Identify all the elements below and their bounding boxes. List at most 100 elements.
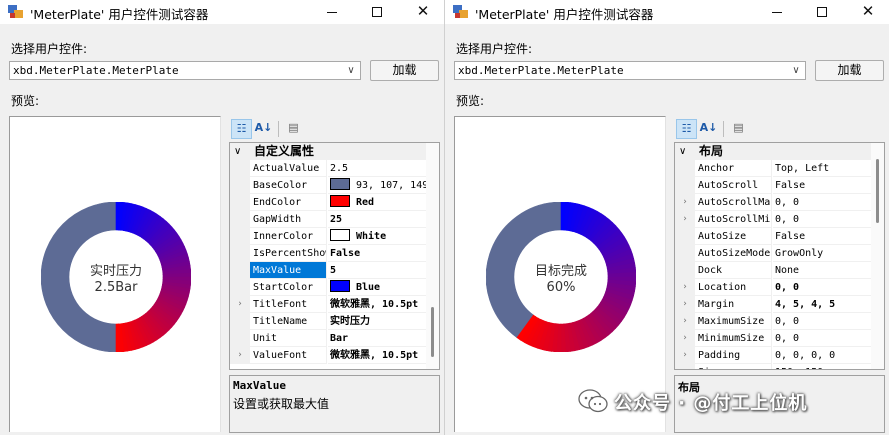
property-name[interactable]: TitleFont <box>250 296 327 313</box>
alphabetical-icon[interactable]: A↓ <box>698 119 719 139</box>
property-row-dock[interactable]: Dock None <box>675 262 872 279</box>
property-value[interactable]: False <box>773 228 872 245</box>
property-name[interactable]: AutoScroll <box>695 177 772 194</box>
property-row-innercolor[interactable]: InnerColor White <box>230 228 427 245</box>
expand-icon[interactable]: › <box>675 330 695 347</box>
property-value[interactable]: Top, Left <box>773 160 872 177</box>
property-name[interactable]: AutoSizeMode <box>695 245 772 262</box>
property-row-startcolor[interactable]: StartColor Blue <box>230 279 427 296</box>
property-value[interactable]: 0, 0 <box>773 194 872 211</box>
property-row-anchor[interactable]: Anchor Top, Left <box>675 160 872 177</box>
property-grid[interactable]: ∨ 自定义属性 ActualValue 2.5 BaseColor 93, 107, 14… <box>229 142 440 370</box>
expand-icon[interactable]: › <box>675 211 695 228</box>
property-name[interactable]: GapWidth <box>250 211 327 228</box>
expand-icon[interactable]: › <box>675 347 695 364</box>
property-value[interactable]: White <box>328 228 427 245</box>
property-row-valuefont[interactable]: › ValueFont 微软雅黑, 10.5pt <box>230 347 427 364</box>
category-header[interactable]: ∨ 自定义属性 <box>230 143 427 160</box>
property-row-titlefont[interactable]: › TitleFont 微软雅黑, 10.5pt <box>230 296 427 313</box>
load-button[interactable]: 加载 <box>370 60 439 81</box>
property-grid-scrollbar[interactable] <box>871 143 884 369</box>
property-grid[interactable]: ∨ 布局 Anchor Top, Left AutoScroll False › AutoSc… <box>674 142 885 370</box>
property-value[interactable]: Bar <box>328 330 427 347</box>
property-value[interactable]: 微软雅黑, 10.5pt <box>328 347 427 364</box>
property-value[interactable]: 0, 0 <box>773 211 872 228</box>
property-value[interactable]: 5 <box>328 262 427 279</box>
property-row-margin[interactable]: › Margin 4, 5, 4, 5 <box>675 296 872 313</box>
property-row-autosizemode[interactable]: AutoSizeMode GrowOnly <box>675 245 872 262</box>
property-grid-scrollbar[interactable] <box>426 143 439 369</box>
property-value[interactable]: None <box>773 262 872 279</box>
property-row-maxvalue[interactable]: MaxValue 5 <box>230 262 427 279</box>
property-row-maximumsize[interactable]: › MaximumSize 0, 0 <box>675 313 872 330</box>
property-name[interactable]: ActualValue <box>250 160 327 177</box>
property-name[interactable]: Size <box>695 364 772 369</box>
property-name[interactable]: StartColor <box>250 279 327 296</box>
property-value[interactable]: 93, 107, 149 <box>328 177 427 194</box>
property-row-location[interactable]: › Location 0, 0 <box>675 279 872 296</box>
property-name[interactable]: ValueFont <box>250 347 327 364</box>
scrollbar-thumb[interactable] <box>431 307 434 357</box>
property-pages-icon[interactable]: ▤ <box>728 119 749 139</box>
close-button[interactable]: ✕ <box>848 0 888 24</box>
property-name[interactable]: IsPercentShow <box>250 245 327 262</box>
property-name[interactable]: Anchor <box>695 160 772 177</box>
property-row-titlename[interactable]: TitleName 实时压力 <box>230 313 427 330</box>
property-value[interactable]: 150, 150 <box>773 364 872 369</box>
property-name[interactable]: Location <box>695 279 772 296</box>
category-header[interactable]: ∨ 布局 <box>675 143 872 160</box>
property-row-autosize[interactable]: AutoSize False <box>675 228 872 245</box>
dropdown-arrow-icon[interactable]: ∨ <box>344 62 358 79</box>
property-name[interactable]: AutoScrollMargin <box>695 194 772 211</box>
property-value[interactable]: 25 <box>328 211 427 228</box>
property-name[interactable]: AutoSize <box>695 228 772 245</box>
property-value[interactable]: 微软雅黑, 10.5pt <box>328 296 427 313</box>
expand-icon[interactable]: › <box>675 296 695 313</box>
property-row-padding[interactable]: › Padding 0, 0, 0, 0 <box>675 347 872 364</box>
close-button[interactable]: ✕ <box>403 0 443 24</box>
expand-icon[interactable]: › <box>675 279 695 296</box>
property-row-gapwidth[interactable]: GapWidth 25 <box>230 211 427 228</box>
property-row-minimumsize[interactable]: › MinimumSize 0, 0 <box>675 330 872 347</box>
property-name[interactable]: MaximumSize <box>695 313 772 330</box>
property-value[interactable]: 实时压力 <box>328 313 427 330</box>
collapse-icon[interactable]: ∨ <box>679 143 691 160</box>
property-value[interactable]: 4, 5, 4, 5 <box>773 296 872 313</box>
load-button[interactable]: 加载 <box>815 60 884 81</box>
minimize-button[interactable] <box>312 0 352 24</box>
property-row-size[interactable]: ›Size150, 150 <box>675 364 872 369</box>
property-name[interactable]: Padding <box>695 347 772 364</box>
control-combobox[interactable]: xbd.MeterPlate.MeterPlate ∨ <box>454 61 806 80</box>
property-name[interactable]: InnerColor <box>250 228 327 245</box>
minimize-button[interactable] <box>757 0 797 24</box>
property-name[interactable]: MinimumSize <box>695 330 772 347</box>
collapse-icon[interactable]: ∨ <box>234 143 246 160</box>
maximize-button[interactable] <box>357 0 397 24</box>
property-value[interactable]: 0, 0 <box>773 330 872 347</box>
control-combobox[interactable]: xbd.MeterPlate.MeterPlate ∨ <box>9 61 361 80</box>
property-row-autoscrollminsize[interactable]: ›AutoScrollMinSize0, 0 <box>675 211 872 228</box>
property-row-endcolor[interactable]: EndColor Red <box>230 194 427 211</box>
property-row-basecolor[interactable]: BaseColor 93, 107, 149 <box>230 177 427 194</box>
expand-icon[interactable]: › <box>230 347 250 364</box>
expand-icon[interactable]: › <box>230 296 250 313</box>
property-value[interactable]: GrowOnly <box>773 245 872 262</box>
alphabetical-icon[interactable]: A↓ <box>253 119 274 139</box>
property-value[interactable]: 0, 0 <box>773 313 872 330</box>
categorized-icon[interactable]: ☷ <box>231 119 252 139</box>
property-row-ispercentshow[interactable]: IsPercentShow False <box>230 245 427 262</box>
property-pages-icon[interactable]: ▤ <box>283 119 304 139</box>
property-name[interactable]: AutoScrollMinSize <box>695 211 772 228</box>
property-name[interactable]: Unit <box>250 330 327 347</box>
maximize-button[interactable] <box>802 0 842 24</box>
property-name[interactable]: Margin <box>695 296 772 313</box>
expand-icon[interactable]: › <box>675 313 695 330</box>
property-value[interactable]: False <box>328 245 427 262</box>
property-value[interactable]: False <box>773 177 872 194</box>
property-row-autoscrollmargin[interactable]: ›AutoScrollMargin0, 0 <box>675 194 872 211</box>
scrollbar-thumb[interactable] <box>876 159 879 223</box>
property-value[interactable]: 0, 0, 0, 0 <box>773 347 872 364</box>
property-name[interactable]: EndColor <box>250 194 327 211</box>
property-value[interactable]: 2.5 <box>328 160 427 177</box>
property-row-actualvalue[interactable]: ActualValue 2.5 <box>230 160 427 177</box>
